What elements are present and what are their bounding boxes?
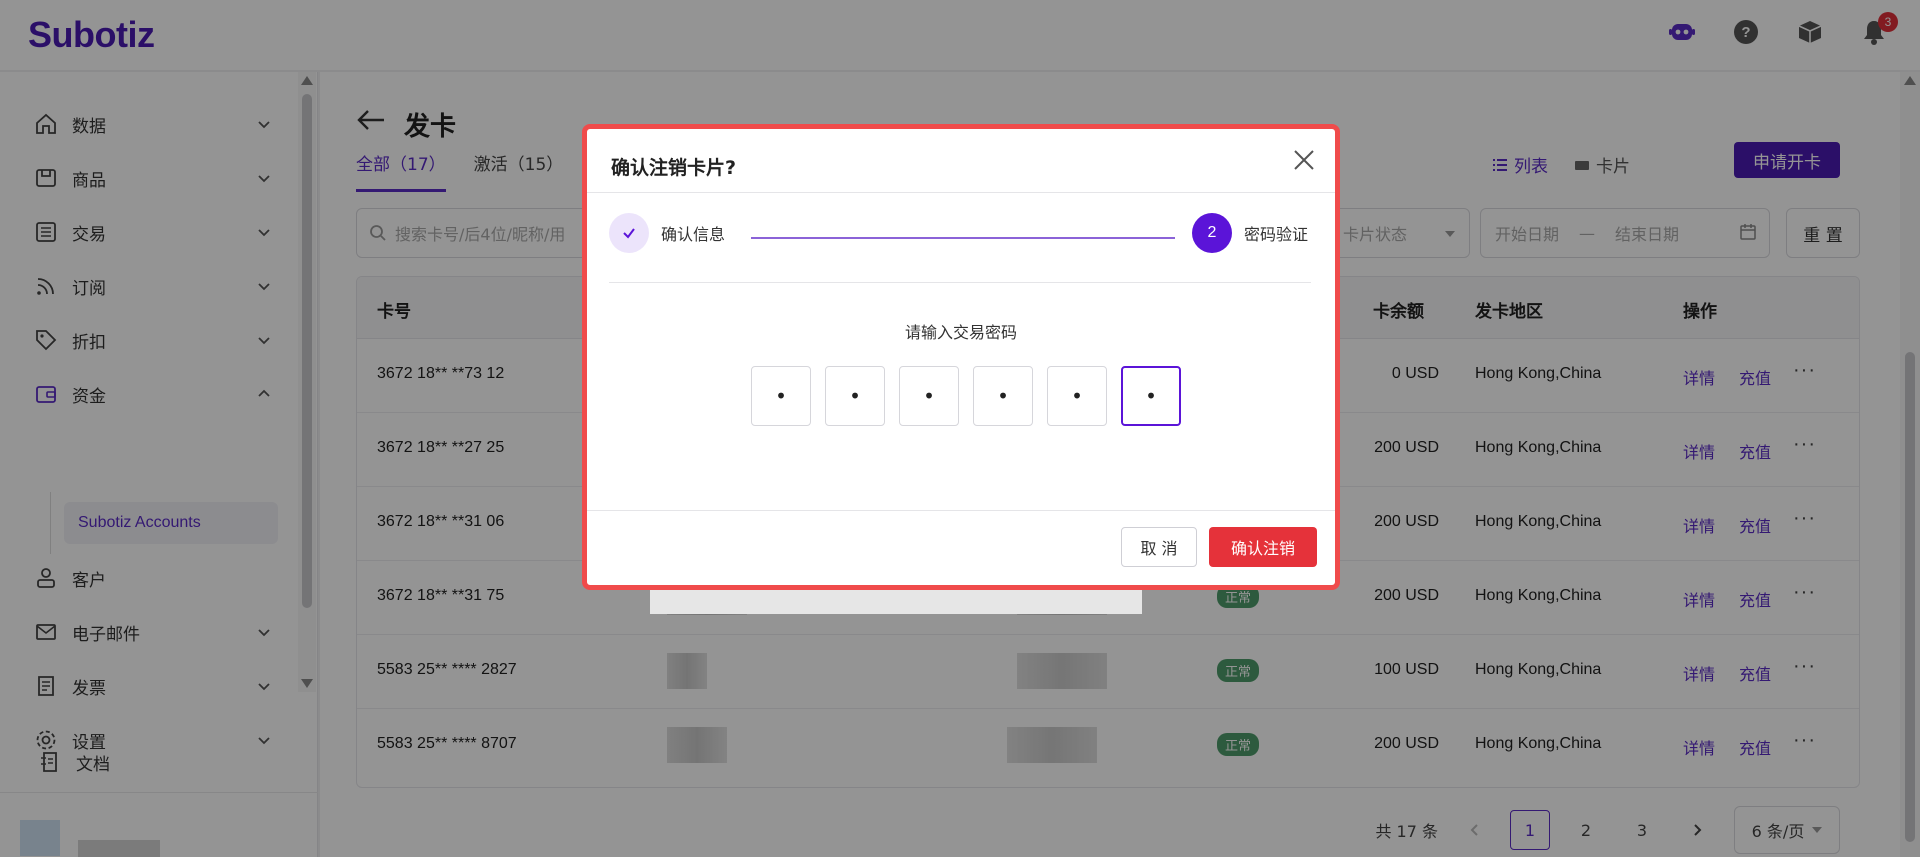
step-label: 确认信息 (661, 225, 726, 244)
password-digit-input[interactable]: • (1047, 366, 1107, 426)
step-password-verify: 2 密码验证 (1192, 213, 1308, 253)
cancel-button[interactable]: 取 消 (1121, 527, 1197, 567)
password-digit-input-focused[interactable]: • (1121, 366, 1181, 426)
step-label: 密码验证 (1244, 225, 1309, 244)
password-digit-input[interactable]: • (825, 366, 885, 426)
close-icon[interactable] (1291, 147, 1317, 173)
check-icon (609, 213, 649, 253)
password-prompt: 请输入交易密码 (904, 323, 1017, 342)
password-digit-input[interactable]: • (751, 366, 811, 426)
confirm-cancel-card-button[interactable]: 确认注销 (1209, 527, 1317, 567)
password-input-group: • • • • • • (751, 366, 1181, 426)
cancel-card-dialog: 确认注销卡片? 确认信息 2 密码验证 请输入交易密码 • • • • • • … (582, 124, 1340, 590)
password-digit-input[interactable]: • (973, 366, 1033, 426)
dialog-divider (609, 282, 1311, 283)
step-connector (751, 237, 1175, 239)
password-digit-input[interactable]: • (899, 366, 959, 426)
dialog-footer-divider (587, 510, 1335, 511)
step-confirm-info: 确认信息 (609, 213, 725, 253)
redacted-strip (650, 590, 1142, 614)
dialog-title: 确认注销卡片? (611, 157, 737, 179)
step-number: 2 (1192, 213, 1232, 253)
dialog-divider (587, 192, 1335, 193)
